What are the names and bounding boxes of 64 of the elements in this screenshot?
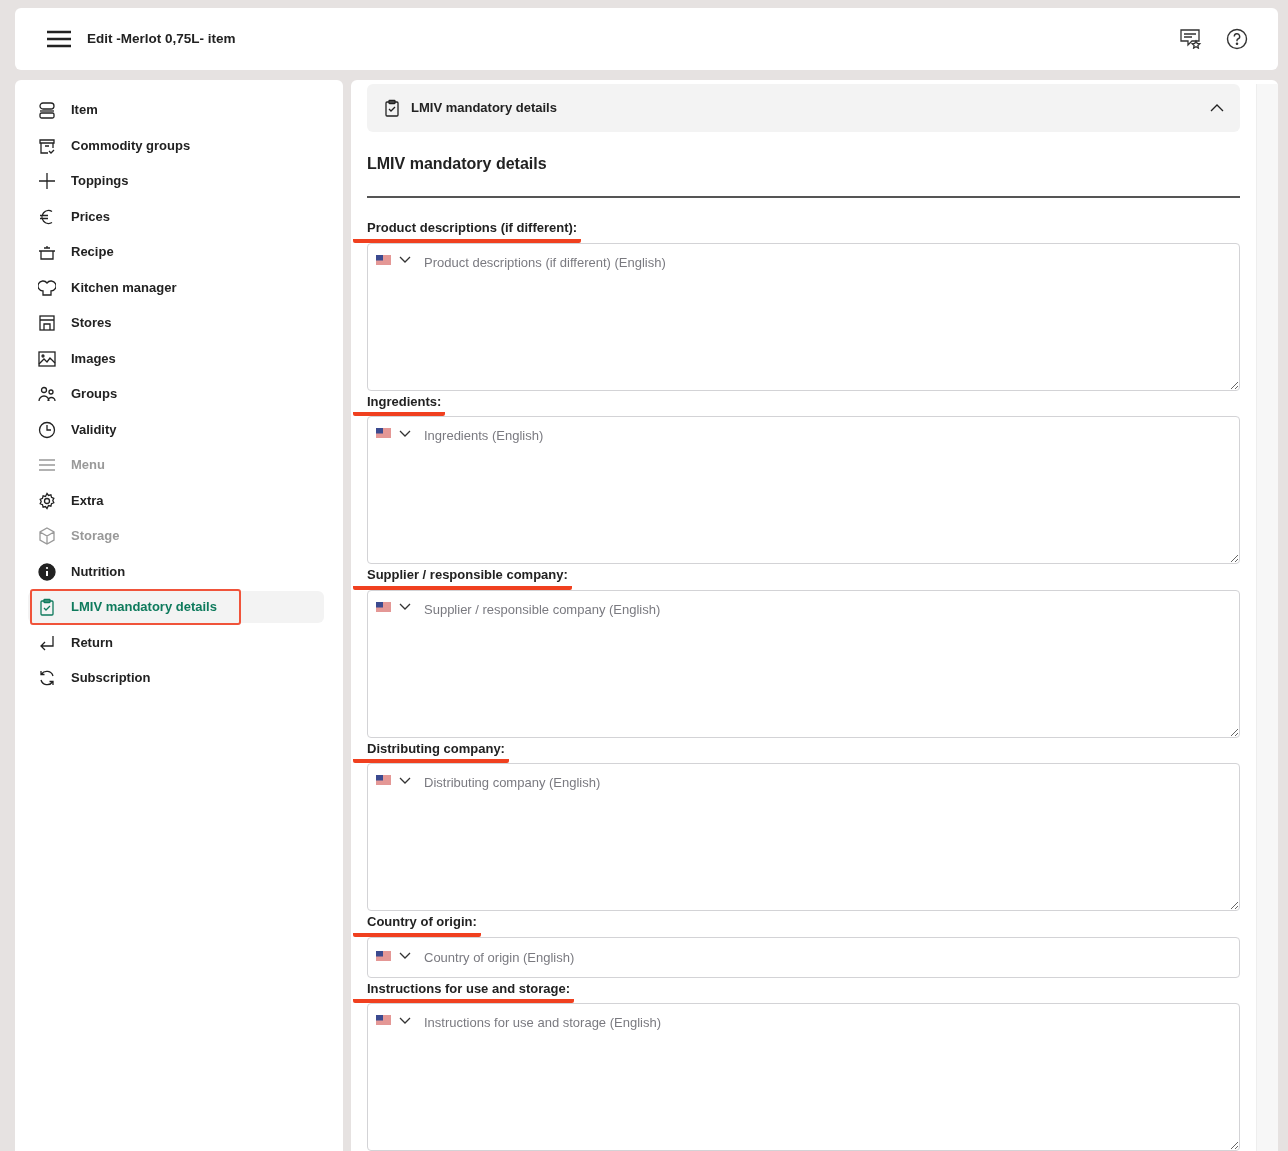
text-area[interactable]: Ingredients (English) [367,416,1240,564]
chevron-icon [1210,104,1224,112]
language-selector[interactable] [376,950,411,961]
sidebar-item[interactable]: Subscription [28,662,324,694]
gear-icon [38,491,56,510]
sidebar-item[interactable]: Stores [28,307,324,339]
text-area[interactable]: Instructions for use and storage (English) [367,1003,1240,1151]
chevron-icon [399,256,411,263]
archive-check-icon [38,136,56,155]
language-selector[interactable] [376,254,411,265]
sidebar-item[interactable]: Commodity groups [28,129,324,162]
chevron-icon [399,429,411,437]
annotation-outline: LMIV mandatory details [30,589,241,625]
input-field[interactable]: Country of origin (English) [367,936,1240,978]
menu-icon[interactable] [47,30,71,48]
image-icon [38,349,56,368]
sidebar-item[interactable]: Extra [28,484,324,517]
flag-icon [376,254,391,265]
section-title: LMIV mandatory details [367,152,1240,198]
clipboard-check-icon [383,99,401,117]
sidebar-item[interactable]: Nutrition [28,555,324,588]
sidebar-item[interactable]: LMIV mandatory details [28,591,324,623]
language-selector[interactable] [376,775,411,785]
language-selector[interactable] [376,1015,411,1025]
return-arrow-icon [38,633,56,652]
chevron-icon [399,1016,411,1024]
sidebar-item[interactable]: Kitchen manager [28,271,324,304]
people-icon [38,385,56,403]
sidebar-item[interactable]: Images [28,342,324,375]
language-selector[interactable] [376,428,411,438]
clock-icon [38,420,56,439]
sidebar-item[interactable]: Validity [28,413,324,446]
flag-icon [376,950,391,961]
lines-icon [38,456,56,474]
clipboard-check-icon [38,598,56,616]
chef-hat-icon [38,278,56,297]
plus-icon [38,172,56,190]
sidebar-item[interactable]: Return [28,626,324,659]
text-area[interactable]: Distributing company (English) [367,763,1240,911]
chat-star-icon[interactable] [1180,29,1202,49]
page-title: Edit -Merlot 0,75L- item [87,29,236,48]
refresh-icon [38,669,56,687]
accordion-header[interactable]: LMIV mandatory details [367,84,1240,132]
text-area[interactable]: Product descriptions (if different) (English) [367,242,1240,391]
cube-icon [38,527,56,545]
flag-icon [376,775,391,785]
flag-icon [376,1015,391,1025]
store-icon [38,314,56,332]
flag-icon [376,428,391,438]
sidebar-item[interactable]: Prices [28,200,324,233]
text-area[interactable]: Supplier / responsible company (English) [367,589,1240,738]
sidebar-item[interactable]: Recipe [28,236,324,268]
chevron-icon [399,776,411,784]
chevron-icon [399,603,411,610]
sidebar-item[interactable]: Item [28,94,324,126]
burger-icon [38,101,56,119]
info-icon [38,562,56,581]
chevron-icon [399,952,411,959]
language-selector[interactable] [376,601,411,612]
flag-icon [376,601,391,612]
help-icon[interactable] [1226,28,1248,50]
pot-icon [38,243,56,261]
sidebar-item[interactable]: Toppings [28,165,324,197]
sidebar-item[interactable]: Groups [28,378,324,410]
